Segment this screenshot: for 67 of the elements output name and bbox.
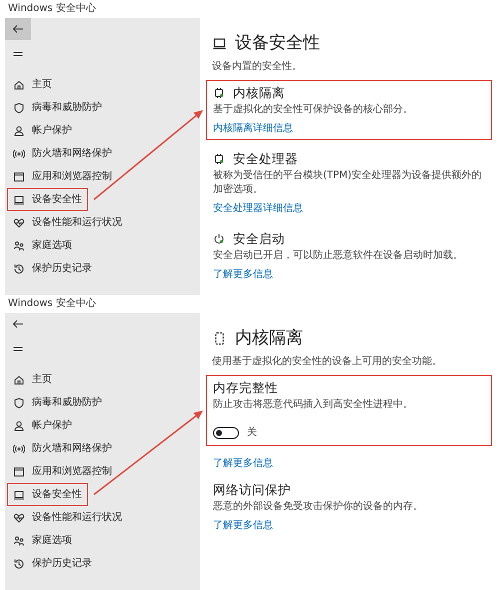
nav-item[interactable]: 设备安全性: [7, 483, 88, 506]
page-title: 设备安全性: [235, 32, 320, 54]
section-description: 被称为受信任的平台模块(TPM)安全处理器为设备提供额外的加密选项。: [213, 169, 483, 197]
nav-item[interactable]: 设备安全性: [7, 188, 88, 211]
window-title: Windows 安全中心: [7, 296, 97, 311]
shield-icon: [13, 102, 25, 114]
nav-item[interactable]: 应用和浏览器控制: [7, 165, 118, 188]
nav-item[interactable]: 防火墙和网络保护: [7, 437, 118, 460]
window-icon: [13, 170, 25, 182]
page-subtitle: 使用基于虚拟化的安全性的设备上可用的安全功能。: [212, 355, 442, 369]
nav-item[interactable]: 主页: [7, 73, 87, 96]
people-icon: [13, 240, 25, 252]
chip-icon: [213, 86, 225, 98]
power-icon: [213, 232, 225, 244]
signal-icon: [13, 442, 25, 454]
back-icon: [12, 23, 24, 35]
person-icon: [13, 124, 25, 136]
home-icon: [13, 78, 25, 90]
heart-pulse-icon: [13, 216, 25, 228]
section-description: 防止攻击将恶意代码插入到高安全性进程中。: [213, 398, 414, 412]
nav-item[interactable]: 帐户保护: [7, 414, 87, 437]
section-title: 安全处理器: [233, 150, 298, 167]
section-description: 恶意的外部设备免受攻击保护你的设备的内存。: [213, 500, 424, 514]
nav-item[interactable]: 主页: [7, 368, 87, 391]
nav-item[interactable]: 帐户保护: [7, 119, 87, 142]
nav-item[interactable]: 保护历史记录: [7, 552, 98, 575]
laptop-icon: [212, 36, 227, 50]
page-title: 内核隔离: [235, 327, 303, 349]
nav-item[interactable]: 应用和浏览器控制: [7, 460, 118, 483]
section-title: 内核隔离: [233, 84, 285, 101]
nav-item[interactable]: 病毒和威胁防护: [7, 96, 108, 119]
details-link[interactable]: 安全处理器详细信息: [213, 203, 303, 214]
nav-item[interactable]: 防火墙和网络保护: [7, 142, 118, 165]
page-subtitle: 设备内置的安全性。: [212, 60, 302, 74]
details-link[interactable]: 了解更多信息: [213, 458, 273, 469]
details-link[interactable]: 了解更多信息: [213, 269, 273, 280]
history-icon: [13, 558, 25, 570]
details-link[interactable]: 内核隔离详细信息: [213, 123, 293, 134]
back-icon: [12, 318, 24, 330]
device-icon: [212, 330, 227, 346]
chip-icon: [213, 152, 225, 164]
nav-item[interactable]: 设备性能和运行状况: [7, 506, 128, 529]
back-button[interactable]: [5, 18, 31, 40]
signal-icon: [13, 148, 25, 160]
section-title: 网络访问保护: [213, 481, 291, 498]
people-icon: [13, 534, 25, 546]
details-link[interactable]: 了解更多信息: [213, 520, 273, 531]
nav-item[interactable]: 家庭选项: [7, 234, 87, 257]
window-icon: [13, 466, 25, 478]
heart-pulse-icon: [13, 512, 25, 524]
section-title: 安全启动: [233, 230, 285, 247]
section-title: 内存完整性: [213, 379, 278, 396]
home-icon: [13, 374, 25, 386]
laptop-icon: [13, 194, 25, 206]
nav-item[interactable]: 设备性能和运行状况: [7, 211, 128, 234]
toggle-label: 关: [247, 426, 257, 440]
nav-item[interactable]: 病毒和威胁防护: [7, 391, 108, 414]
laptop-icon: [13, 488, 25, 500]
history-icon: [13, 262, 25, 274]
person-icon: [13, 420, 25, 432]
section-description: 安全启动已开启，可以防止恶意软件在设备启动时加载。: [213, 249, 464, 263]
nav-item[interactable]: 保护历史记录: [7, 257, 98, 280]
shield-icon: [13, 396, 25, 408]
toggle-switch[interactable]: [213, 427, 239, 439]
section-description: 基于虚拟化的安全性可保护设备的核心部分。: [213, 103, 414, 117]
nav-item[interactable]: 家庭选项: [7, 529, 87, 552]
window-title: Windows 安全中心: [7, 2, 97, 16]
